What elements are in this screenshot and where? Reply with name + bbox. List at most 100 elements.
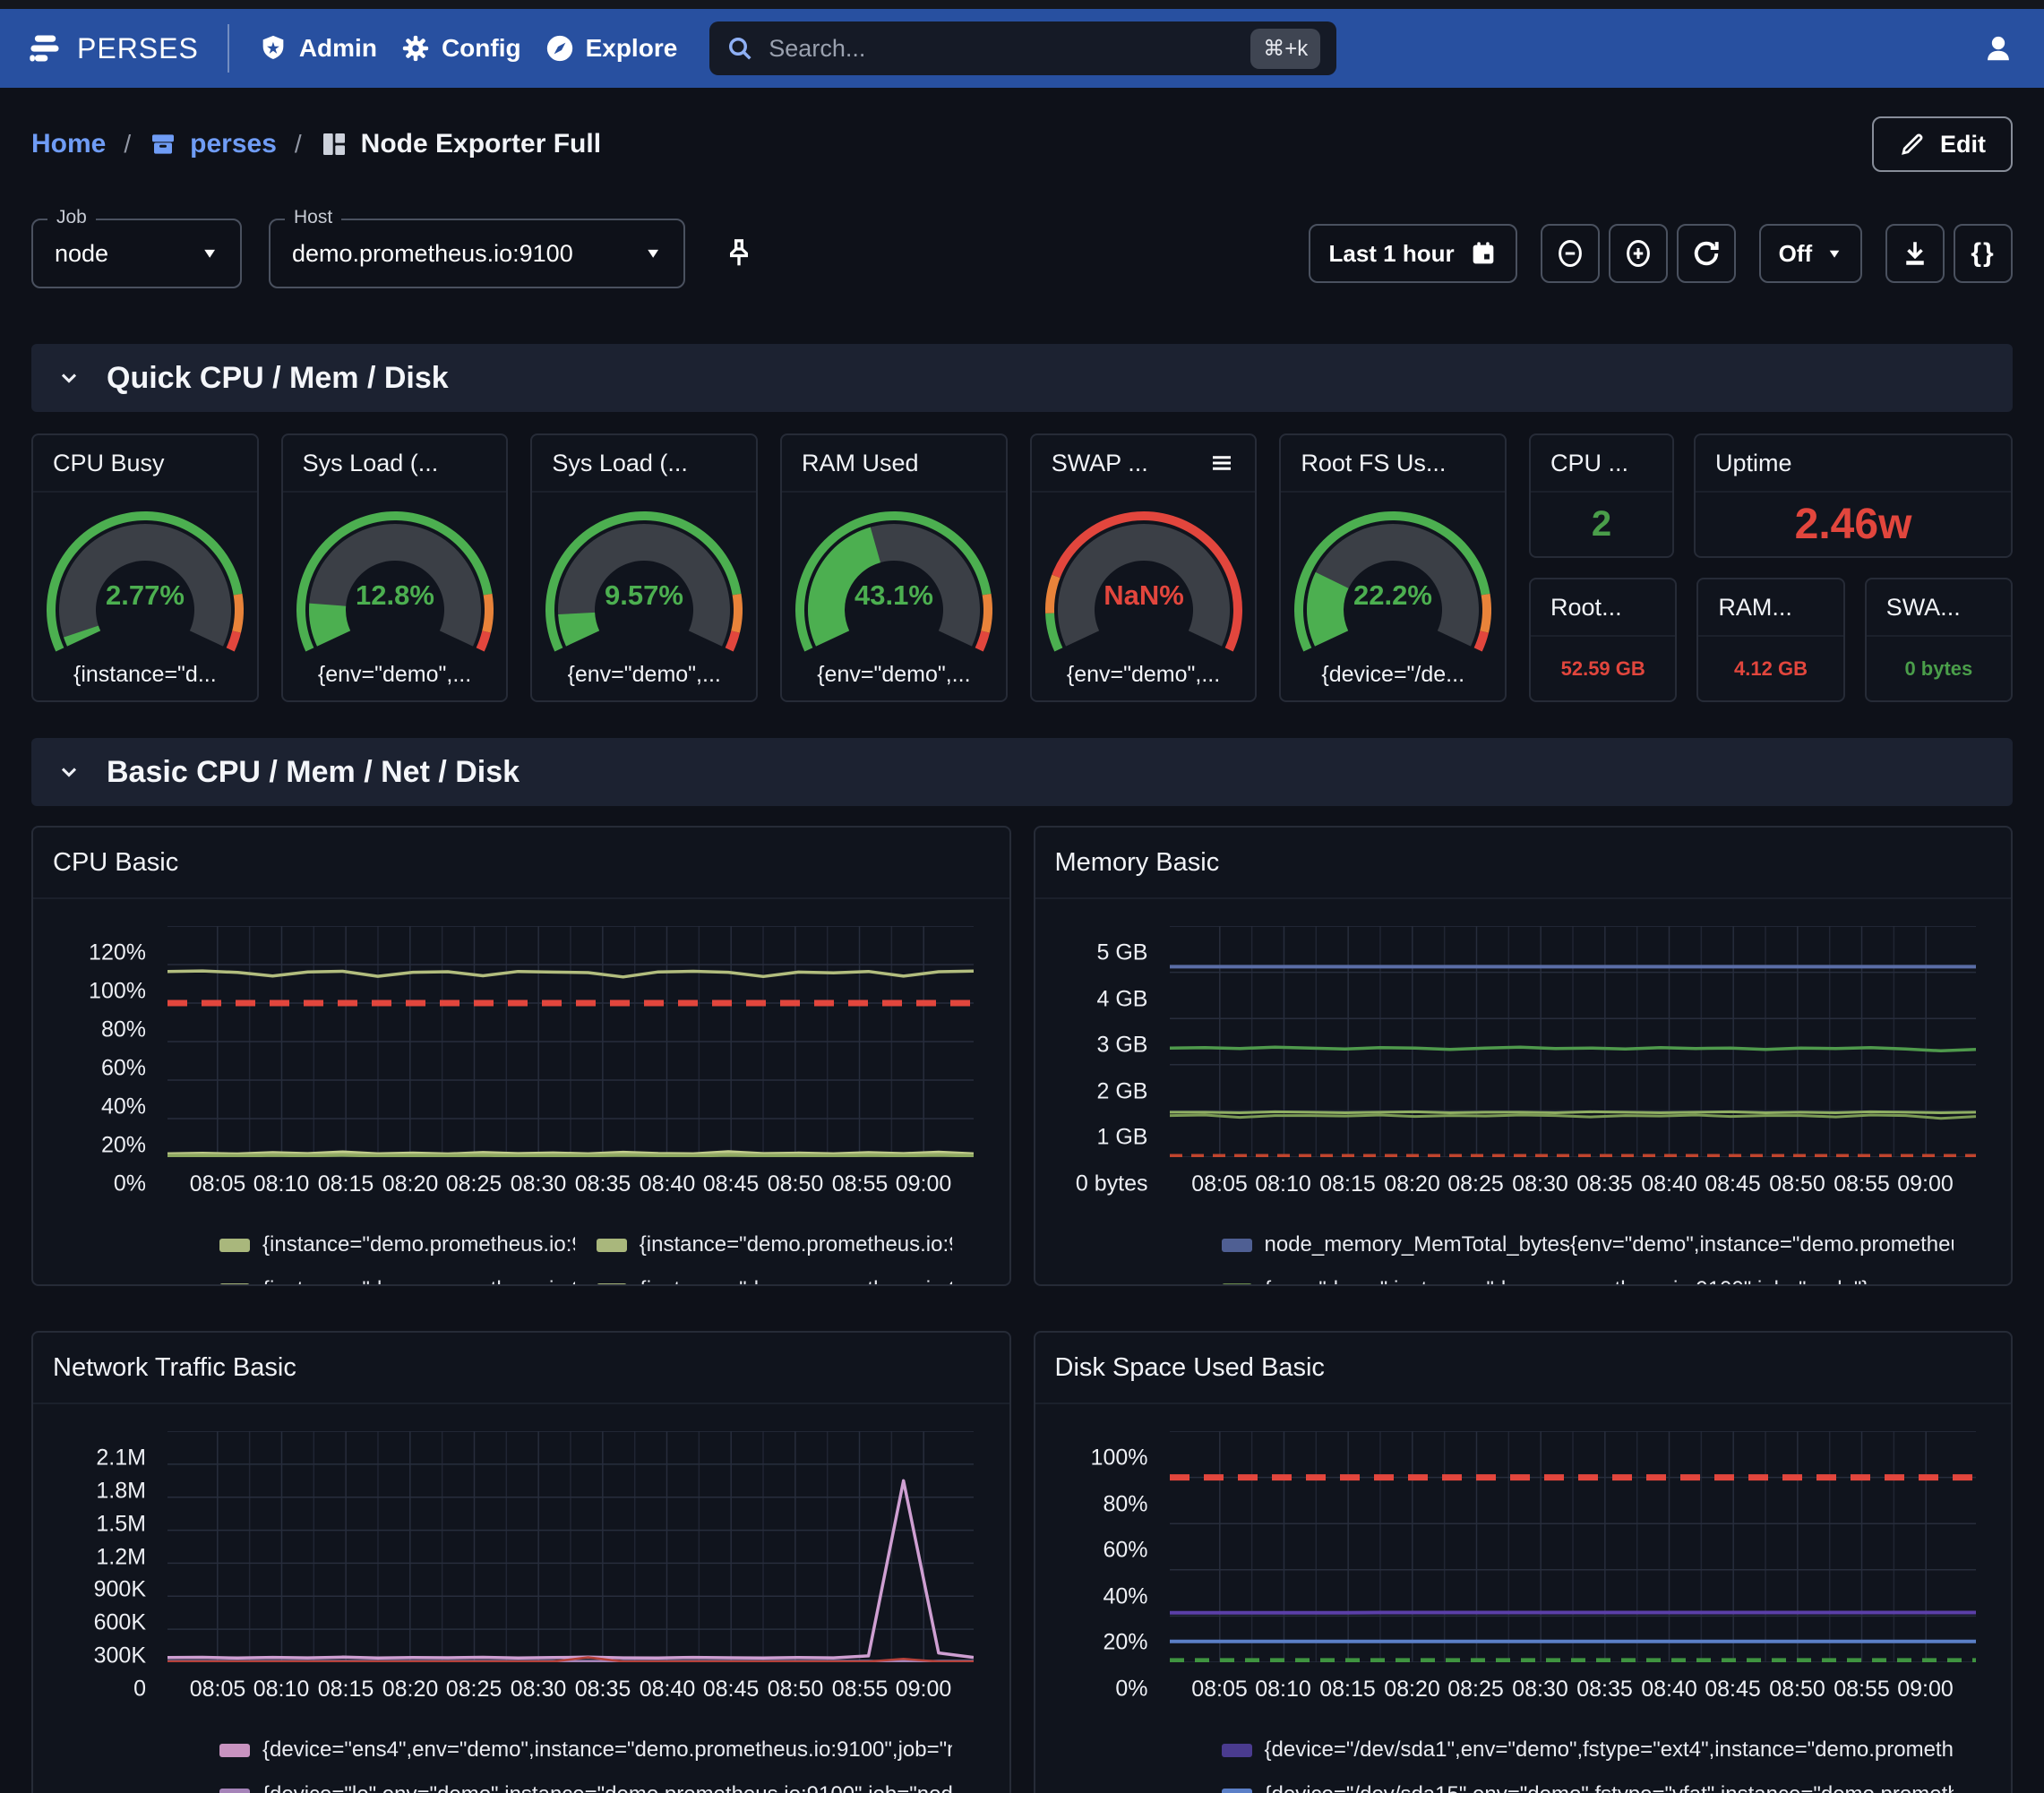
legend-entry[interactable]: {device="/dev/sda15",env="demo",fstype="… — [1222, 1782, 1954, 1793]
x-tick-label: 08:55 — [1834, 1171, 1890, 1197]
job-select[interactable]: Job node ▼ — [31, 219, 242, 288]
json-view-button[interactable]: {} — [1954, 224, 2013, 283]
panel-swap-total: SWA... 0 bytes — [1865, 578, 2013, 702]
brand[interactable]: PERSES — [27, 30, 199, 66]
y-axis: 100%80%60%40%20%0% — [1035, 1431, 1170, 1662]
chart-plot[interactable] — [1170, 1431, 1976, 1662]
legend-entry[interactable]: {instance="demo.prometheus.io:9100"} — [597, 1277, 952, 1286]
x-tick-label: 08:20 — [382, 1677, 439, 1703]
x-tick-label: 08:20 — [1384, 1677, 1440, 1703]
legend-label: {instance="demo.prometheus.io:9100"} — [262, 1277, 575, 1286]
archive-icon — [149, 130, 177, 159]
y-tick-label: 0% — [114, 1171, 146, 1197]
legend-entry[interactable]: {instance="demo.prometheus.io:9100"} — [219, 1277, 575, 1286]
section-header-quick[interactable]: Quick CPU / Mem / Disk — [31, 344, 2013, 412]
gauge-chart: 2.77% — [42, 504, 248, 658]
nav-item-explore[interactable]: Explore — [545, 33, 678, 64]
nav-item-admin[interactable]: ★ Admin — [258, 33, 377, 64]
x-tick-label: 09:00 — [896, 1171, 952, 1197]
legend-label: {device="/dev/sda1",env="demo",fstype="e… — [1265, 1737, 1954, 1763]
avatar-icon[interactable] — [1980, 30, 2017, 67]
y-tick-label: 2.1M — [96, 1446, 146, 1471]
y-axis: 120%100%80%60%40%20%0% — [33, 926, 167, 1157]
y-tick-label: 60% — [1103, 1538, 1147, 1564]
y-tick-label: 100% — [89, 979, 146, 1005]
x-tick-label: 08:40 — [1641, 1171, 1697, 1197]
panel-title: Memory Basic — [1035, 828, 2012, 899]
legend-swatch — [219, 1789, 250, 1793]
legend-entry[interactable]: node_memory_MemTotal_bytes{env="demo",in… — [1222, 1232, 1954, 1257]
legend-swatch — [219, 1239, 250, 1252]
x-tick-label: 08:15 — [318, 1171, 374, 1197]
zoom-out-button[interactable] — [1541, 224, 1600, 283]
gauge-series-label: {device="/de... — [1321, 662, 1464, 688]
x-tick-label: 08:40 — [640, 1171, 696, 1197]
gauge-series-label: {env="demo",... — [318, 662, 471, 688]
legend-entry[interactable]: {instance="demo.prometheus.io:9100"} — [219, 1232, 575, 1257]
search-box[interactable]: ⌘+k — [709, 21, 1336, 75]
legend-swatch — [1222, 1283, 1252, 1287]
x-tick-label: 08:25 — [446, 1677, 502, 1703]
x-tick-label: 08:50 — [1769, 1677, 1825, 1703]
y-tick-label: 900K — [94, 1577, 146, 1603]
panel-title: SWA... — [1867, 579, 2011, 637]
gear-icon — [400, 33, 431, 64]
search-input[interactable] — [769, 35, 1236, 63]
x-tick-label: 09:00 — [1897, 1171, 1954, 1197]
nav-item-config[interactable]: Config — [400, 33, 521, 64]
x-axis: 08:0508:1008:1508:2008:2508:3008:3508:40… — [1170, 1673, 1976, 1712]
pin-icon[interactable] — [721, 236, 757, 271]
panel-title: Root FS Us... — [1281, 435, 1505, 493]
y-axis: 5 GB4 GB3 GB2 GB1 GB0 bytes — [1035, 926, 1170, 1157]
breadcrumb-project[interactable]: perses — [149, 129, 277, 159]
gauge-series-label: {env="demo",... — [568, 662, 721, 688]
host-select[interactable]: Host demo.prometheus.io:9100 ▼ — [269, 219, 685, 288]
svg-text:22.2%: 22.2% — [1353, 579, 1432, 611]
legend-swatch — [219, 1283, 250, 1287]
legend-entry[interactable]: {instance="demo.prometheus.io:9100"} — [597, 1232, 952, 1257]
job-select-value: node — [55, 240, 108, 268]
x-tick-label: 08:55 — [832, 1171, 889, 1197]
dashboard-icon — [320, 130, 348, 159]
download-button[interactable] — [1885, 224, 1945, 283]
x-tick-label: 08:30 — [1512, 1171, 1568, 1197]
x-tick-label: 08:50 — [768, 1171, 824, 1197]
panel-title: CPU Busy — [33, 435, 257, 493]
charts-row-2: Network Traffic Basic 2.1M1.8M1.5M1.2M90… — [31, 1331, 2013, 1793]
breadcrumb: Home / perses / Node Exporter Full Edit — [31, 115, 2013, 174]
stat-value: 2 — [1592, 504, 1611, 545]
refresh-interval-select[interactable]: Off ▼ — [1759, 224, 1862, 283]
panel-sys-load-1: Sys Load (... 12.8% {env="demo",... — [281, 433, 509, 702]
edit-button[interactable]: Edit — [1872, 116, 2013, 172]
chart-plot[interactable] — [167, 926, 974, 1157]
y-tick-label: 1.5M — [96, 1512, 146, 1538]
section-header-basic[interactable]: Basic CPU / Mem / Net / Disk — [31, 738, 2013, 806]
legend-swatch — [1222, 1744, 1252, 1757]
panel-menu-icon[interactable] — [1208, 450, 1235, 476]
filter-toolbar-row: Job node ▼ Host demo.prometheus.io:9100 … — [31, 219, 2013, 288]
breadcrumb-separator: / — [295, 130, 302, 159]
chevron-down-icon: ▼ — [644, 245, 662, 261]
legend-entry[interactable]: {device="ens4",env="demo",instance="demo… — [219, 1737, 952, 1763]
time-range-button[interactable]: Last 1 hour — [1309, 224, 1516, 283]
x-tick-label: 08:35 — [575, 1171, 631, 1197]
panel-title: Root... — [1531, 579, 1675, 637]
legend-entry[interactable]: {device="lo",env="demo",instance="demo.p… — [219, 1782, 952, 1793]
x-tick-label: 09:00 — [896, 1677, 952, 1703]
dashboard-toolbar: Last 1 hour Off ▼ {} — [1309, 224, 2013, 283]
legend-entry[interactable]: {env="demo",instance="demo.prometheus.io… — [1222, 1277, 1954, 1286]
x-tick-label: 08:30 — [511, 1171, 567, 1197]
panel-memory-basic: Memory Basic 5 GB4 GB3 GB2 GB1 GB0 bytes… — [1034, 826, 2014, 1286]
breadcrumb-dashboard: Node Exporter Full — [320, 129, 601, 159]
search-icon — [726, 34, 754, 63]
chart-plot[interactable] — [1170, 926, 1976, 1157]
gauge-chart: NaN% — [1041, 504, 1247, 658]
refresh-icon-button[interactable] — [1677, 224, 1736, 283]
chart-plot[interactable] — [167, 1431, 974, 1662]
y-tick-label: 100% — [1091, 1446, 1148, 1471]
breadcrumb-home[interactable]: Home — [31, 129, 106, 159]
x-tick-label: 08:40 — [640, 1677, 696, 1703]
legend-entry[interactable]: {device="/dev/sda1",env="demo",fstype="e… — [1222, 1737, 1954, 1763]
zoom-in-button[interactable] — [1609, 224, 1668, 283]
panel-title: CPU ... — [1531, 435, 1672, 493]
